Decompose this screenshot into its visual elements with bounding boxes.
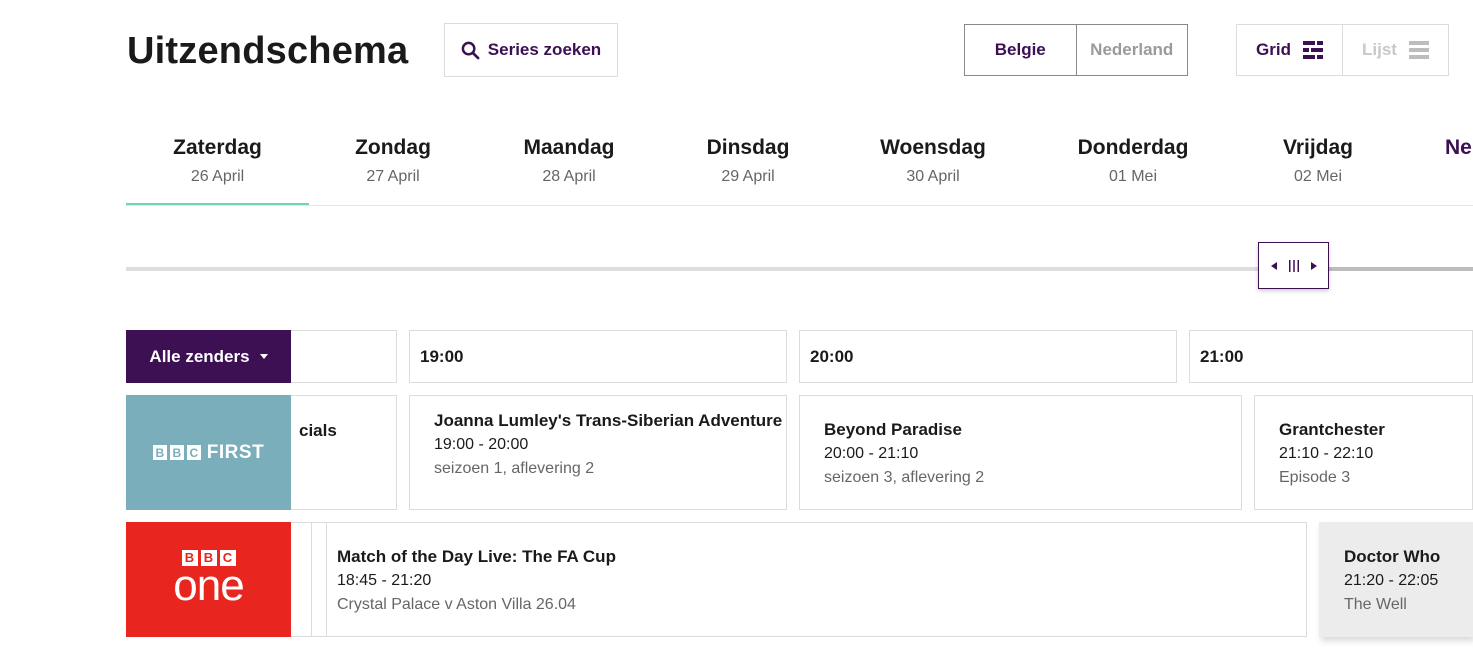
tab-day-maandag[interactable]: Maandag 28 April (489, 130, 649, 205)
timeline-track-remaining (1329, 267, 1473, 271)
time-slot-2100: 21:00 (1189, 330, 1473, 383)
day-date: 27 April (366, 168, 420, 185)
tab-day-zondag[interactable]: Zondag 27 April (313, 130, 473, 205)
view-list-button[interactable]: Lijst (1342, 25, 1448, 75)
grid-icon (1302, 41, 1323, 59)
program-time: 18:45 - 21:20 (337, 572, 432, 589)
logo-letter: B (169, 445, 184, 460)
program-previous-first[interactable]: cials (290, 395, 397, 510)
caret-left-icon (1270, 261, 1277, 270)
program-title: Grantchester (1279, 420, 1385, 439)
series-search-button[interactable]: Series zoeken (444, 23, 618, 77)
country-belgie[interactable]: Belgie (965, 25, 1076, 75)
day-name: Ne (1445, 136, 1472, 159)
day-date: 26 April (190, 168, 245, 185)
channel-filter-dropdown[interactable]: Alle zenders (126, 330, 291, 383)
logo-word: one (173, 560, 244, 610)
program-time: 20:00 - 21:10 (824, 445, 919, 462)
program-title: Joanna Lumley's Trans-Siberian Adventure (434, 411, 783, 430)
view-toggle: Grid Lijst (1236, 24, 1449, 76)
day-date: 02 Mei (1293, 168, 1343, 185)
logo-letter: C (186, 445, 201, 460)
day-date: 29 April (721, 168, 775, 185)
country-toggle: Belgie Nederland (964, 24, 1188, 76)
day-date: 28 April (542, 168, 596, 185)
program-title: Match of the Day Live: The FA Cup (337, 547, 616, 566)
tab-day-next[interactable]: Ne (1445, 130, 1473, 205)
day-name: Zaterdag (173, 136, 262, 159)
program-previous-one-2[interactable] (311, 522, 327, 637)
time-slot-1900: 19:00 (409, 330, 787, 383)
program-episode: seizoen 1, aflevering 2 (434, 460, 595, 477)
time-slot-previous (290, 330, 397, 383)
tab-day-dinsdag[interactable]: Dinsdag 29 April (668, 130, 828, 205)
program-match-of-the-day[interactable]: Match of the Day Live: The FA Cup 18:45 … (326, 522, 1307, 637)
page-title: Uitzendschema (127, 30, 409, 72)
caret-down-icon (259, 354, 268, 359)
search-icon (461, 41, 480, 59)
program-title: Doctor Who (1344, 547, 1441, 566)
tab-day-vrijdag[interactable]: Vrijdag 02 Mei (1238, 130, 1398, 205)
tab-day-zaterdag[interactable]: Zaterdag 26 April (126, 130, 309, 205)
program-episode: Episode 3 (1279, 469, 1351, 486)
day-date: 30 April (906, 168, 960, 185)
caret-right-icon (1310, 261, 1317, 270)
day-name: Maandag (523, 136, 615, 159)
tab-day-donderdag[interactable]: Donderdag 01 Mei (1053, 130, 1213, 205)
program-beyond-paradise[interactable]: Beyond Paradise 20:00 - 21:10 seizoen 3,… (799, 395, 1242, 510)
day-date: 01 Mei (1108, 168, 1158, 185)
day-name: Zondag (355, 136, 431, 159)
program-episode: Crystal Palace v Aston Villa 26.04 (337, 596, 576, 613)
tab-day-woensdag[interactable]: Woensdag 30 April (853, 130, 1013, 205)
day-name: Vrijdag (1282, 136, 1354, 159)
logo-word: FIRST (206, 441, 265, 463)
series-search-label: Series zoeken (487, 40, 602, 59)
bbc-first-wordmark: B B C FIRST (152, 441, 265, 464)
channel-filter-label: Alle zenders (149, 346, 250, 366)
view-list-label: Lijst (1362, 40, 1397, 59)
day-name: Dinsdag (706, 136, 790, 159)
channel-logo-bbc-first[interactable]: B B C FIRST (126, 395, 291, 510)
grip-icon (1288, 259, 1299, 272)
day-name: Donderdag (1077, 136, 1189, 159)
program-time: 19:00 - 20:00 (434, 436, 529, 453)
channel-logo-bbc-one[interactable]: B B C one (126, 522, 291, 637)
program-episode: seizoen 3, aflevering 2 (824, 469, 985, 486)
view-grid-label: Grid (1256, 40, 1291, 59)
country-nederland[interactable]: Nederland (1075, 25, 1188, 75)
time-slot-2000: 20:00 (799, 330, 1177, 383)
program-doctor-who[interactable]: Doctor Who 21:20 - 22:05 The Well (1319, 522, 1473, 637)
program-joanna-lumley[interactable]: Joanna Lumley's Trans-Siberian Adventure… (409, 395, 787, 510)
program-title: cials (299, 421, 337, 440)
program-episode: The Well (1344, 596, 1407, 613)
program-time: 21:20 - 22:05 (1344, 572, 1439, 589)
timeline-scrub-handle[interactable] (1258, 242, 1329, 289)
day-name: Woensdag (880, 136, 986, 159)
program-time: 21:10 - 22:10 (1279, 445, 1374, 462)
program-previous-one[interactable] (290, 522, 312, 637)
logo-letter: B (152, 445, 167, 460)
list-icon (1408, 41, 1429, 59)
day-tabs: Zaterdag 26 April Zondag 27 April Maanda… (126, 130, 1473, 206)
program-grantchester[interactable]: Grantchester 21:10 - 22:10 Episode 3 (1254, 395, 1473, 510)
view-grid-button[interactable]: Grid (1237, 25, 1342, 75)
program-title: Beyond Paradise (824, 420, 962, 439)
